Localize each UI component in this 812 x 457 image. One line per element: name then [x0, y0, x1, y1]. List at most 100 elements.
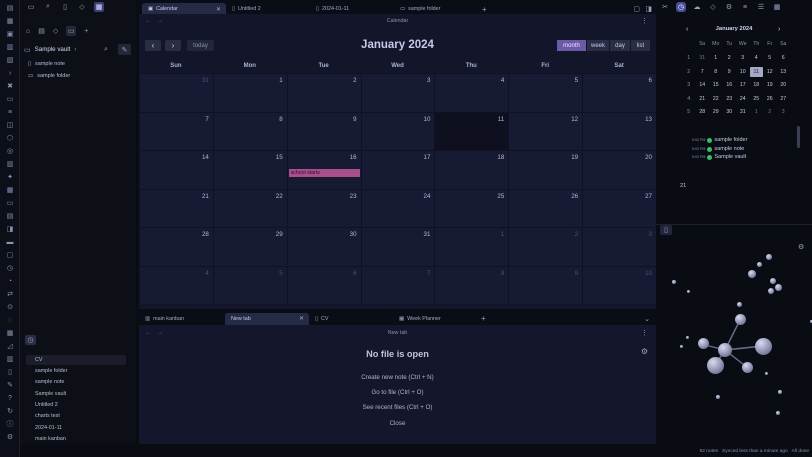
forward-icon[interactable]: → [157, 330, 163, 336]
clock-icon[interactable]: ◷ [25, 335, 36, 345]
day-cell[interactable]: 28 [139, 227, 213, 266]
note-list-item[interactable]: 5:02 PM Sample vault [692, 154, 746, 160]
graph-node[interactable] [755, 338, 772, 355]
clock-icon[interactable]: ◷ [4, 263, 16, 273]
tab-main-kanban[interactable]: ▥ main kanban [139, 313, 225, 325]
mini-day[interactable]: 9 [723, 67, 737, 77]
graph-node[interactable] [768, 288, 774, 294]
day-cell[interactable]: 17 [360, 150, 435, 189]
inbox-icon[interactable]: ▤ [38, 27, 45, 35]
recent-item[interactable]: 2024-01-11 [26, 423, 126, 433]
folder-icon[interactable]: ▭ [66, 26, 77, 36]
mini-day[interactable]: 30 [723, 107, 737, 117]
tab-cv[interactable]: ▯ CV [309, 313, 393, 325]
mini-day[interactable]: 12 [763, 67, 777, 77]
day-cell[interactable]: 20 [582, 150, 656, 189]
settings-icon[interactable]: ⚙ [724, 2, 734, 12]
forward-icon[interactable]: → [157, 18, 163, 24]
day-cell[interactable]: 2 [508, 227, 583, 266]
sync-icon[interactable]: ↻ [4, 406, 16, 416]
back-icon[interactable]: ← [145, 330, 151, 336]
chart-icon[interactable]: ◿ [4, 341, 16, 351]
week-number[interactable]: 4 [682, 94, 696, 104]
mini-day[interactable]: 21 [696, 94, 710, 104]
chat-icon[interactable]: ◌ [4, 315, 16, 325]
day-cell[interactable]: 8 [434, 265, 509, 304]
graph-node[interactable] [748, 270, 756, 278]
graph-node[interactable] [775, 284, 782, 291]
recent-item[interactable]: charts test [26, 411, 126, 421]
close-link[interactable]: Close [139, 420, 656, 427]
mini-day[interactable]: 17 [736, 80, 750, 90]
monitor-icon[interactable]: ▭ [4, 94, 16, 104]
graph-node[interactable] [680, 345, 683, 348]
day-cell[interactable]: 9 [508, 265, 583, 304]
day-cell[interactable]: 31 [360, 227, 435, 266]
scrollbar[interactable] [797, 126, 800, 148]
daily-note-icon[interactable]: ▦ [4, 16, 16, 26]
week-number[interactable]: 3 [682, 80, 696, 90]
map-icon[interactable]: ▧ [4, 55, 16, 65]
clock-icon[interactable]: ◷ [676, 2, 686, 12]
mini-day[interactable]: 11 [749, 66, 763, 77]
bar-icon[interactable]: ▬ [4, 237, 16, 247]
mini-day[interactable]: 10 [736, 67, 750, 77]
day-cell[interactable]: 3 [360, 73, 435, 112]
recent-files-link[interactable]: See recent files (Ctrl + O) [139, 404, 656, 411]
timer-icon[interactable]: ◔ [4, 276, 16, 286]
sidebar-toggle-icon[interactable]: ▤ [4, 3, 16, 13]
mini-day[interactable]: 1 [709, 53, 723, 63]
pin-icon[interactable]: ⊙ [4, 302, 16, 312]
day-cell[interactable]: 16 school starts [286, 150, 361, 189]
recent-item[interactable]: main kanban [26, 434, 126, 444]
recent-item[interactable]: Sample vault [26, 389, 126, 399]
calendar-event[interactable]: school starts [288, 169, 360, 177]
frame-icon[interactable]: ▢ [4, 250, 16, 260]
week-number[interactable]: 1 [682, 53, 696, 63]
week-number[interactable]: 5 [682, 107, 696, 117]
grid-icon[interactable]: ▦ [94, 2, 104, 12]
list-icon[interactable]: ≡ [740, 2, 750, 12]
day-cell[interactable]: 15 [212, 150, 287, 189]
new-tab-icon[interactable]: + [481, 314, 486, 323]
day-cell[interactable]: 5 [508, 73, 583, 112]
mini-day[interactable]: 19 [763, 80, 777, 90]
graph-node[interactable] [735, 314, 746, 325]
day-cell[interactable]: 10 [582, 265, 656, 304]
sidebar-toggle-icon[interactable]: ◨ [645, 5, 652, 13]
graph-node[interactable] [698, 338, 709, 349]
sync-status[interactable]: Synced less than a minute ago [722, 449, 788, 454]
go-to-file-link[interactable]: Go to file (Ctrl + O) [139, 389, 656, 396]
day-cell[interactable]: 5 [212, 265, 287, 304]
mini-day[interactable]: 1 [750, 107, 764, 117]
day-cell[interactable]: 11 [434, 111, 509, 150]
calendar-icon[interactable]: ▣ [4, 29, 16, 39]
file-icon[interactable]: ▤ [4, 211, 16, 221]
mini-day[interactable]: 2 [763, 107, 777, 117]
more-options-icon[interactable]: ⋮ [641, 17, 648, 25]
day-cell[interactable]: 13 [582, 111, 656, 150]
day-cell[interactable]: 4 [434, 73, 509, 112]
day-cell[interactable]: 14 [139, 150, 213, 189]
tag-icon[interactable]: ◇ [708, 2, 718, 12]
folder-icon[interactable]: ▭ [26, 2, 36, 12]
graph-node[interactable] [737, 302, 742, 307]
graph-icon[interactable]: ✦ [4, 172, 16, 182]
help-icon[interactable]: ? [4, 393, 16, 403]
flow-icon[interactable]: ⇄ [4, 289, 16, 299]
mini-day[interactable]: 25 [750, 94, 764, 104]
slides-icon[interactable]: ▭ [4, 198, 16, 208]
mini-day[interactable]: 22 [709, 94, 723, 104]
list-icon[interactable]: ≡ [4, 107, 16, 117]
mini-day[interactable]: 24 [736, 94, 750, 104]
day-cell[interactable]: 1 [212, 73, 287, 112]
bookmark-icon[interactable]: ▯ [4, 367, 16, 377]
close-icon[interactable]: ✕ [299, 315, 304, 322]
graph-node[interactable] [716, 395, 720, 399]
pen-icon[interactable]: ✎ [4, 380, 16, 390]
mini-day[interactable]: 16 [723, 80, 737, 90]
graph-node[interactable] [718, 343, 732, 357]
layout-icon[interactable]: ◨ [4, 224, 16, 234]
mini-day[interactable]: 23 [723, 94, 737, 104]
day-cell[interactable]: 2 [286, 73, 361, 112]
